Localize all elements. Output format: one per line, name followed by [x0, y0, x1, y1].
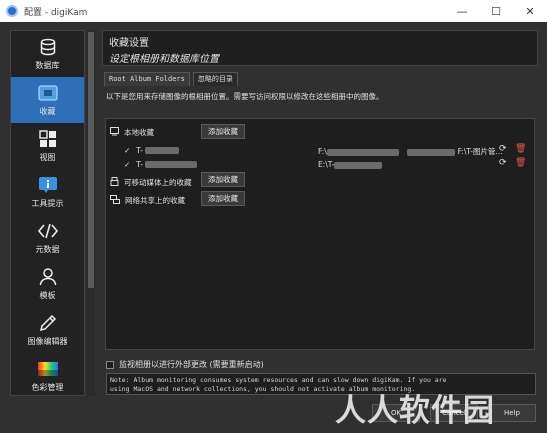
local-collections-label: 本地收藏 — [124, 128, 154, 137]
network-share-icon — [110, 195, 120, 206]
database-icon — [39, 37, 57, 57]
collection-path: F:\ F:\T-图片管... — [318, 147, 503, 156]
sidebar-item-view[interactable]: 视图 — [11, 123, 84, 169]
sidebar-item-label: 视图 — [39, 153, 56, 162]
network-collections-label: 网络共享上的收藏 — [125, 196, 185, 205]
pencil-icon — [39, 313, 57, 333]
monitor-albums-label: 监视相册以进行外部更改 (需要重新启动) — [119, 360, 264, 369]
sidebar-item-templates[interactable]: 模板 — [11, 261, 84, 307]
sidebar-item-label: 模板 — [39, 291, 56, 300]
sidebar-scroll-thumb[interactable] — [88, 32, 94, 288]
page-subtitle: 设定根相册和数据库位置 — [109, 54, 219, 65]
check-icon: ✓ — [124, 160, 131, 169]
sidebar-item-label: 收藏 — [39, 107, 56, 116]
sidebar-item-label: 元数据 — [35, 245, 60, 254]
trash-icon[interactable]: 🗑 — [515, 158, 526, 168]
usb-drive-icon — [110, 177, 119, 188]
list-item[interactable]: ✓ T- — [124, 146, 179, 155]
sidebar-item-color-management[interactable]: 色彩管理 — [11, 353, 84, 395]
code-icon — [37, 221, 58, 241]
page-header: 收藏设置 设定根相册和数据库位置 — [102, 30, 538, 66]
sidebar-item-label: 色彩管理 — [31, 383, 64, 392]
local-collections-header: 本地收藏 — [110, 127, 154, 138]
sidebar-item-collections[interactable]: 收藏 — [11, 77, 84, 123]
sidebar-item-label: 数据库 — [35, 61, 60, 70]
sidebar-item-image-editor[interactable]: 图像编辑器 — [11, 307, 84, 353]
tab-root-album-folders[interactable]: Root Album Folders — [104, 72, 190, 86]
monitor-albums-option[interactable]: 监视相册以进行外部更改 (需要重新启动) — [106, 359, 264, 370]
sidebar-item-metadata[interactable]: 元数据 — [11, 215, 84, 261]
watermark-logo: 人人软件园 — [335, 393, 495, 429]
computer-icon — [110, 127, 119, 138]
color-gradient-icon — [37, 359, 59, 379]
settings-sidebar: 数据库 收藏 视图 工具提示 元数据 模板 图像编辑器 色彩管理 — [10, 30, 85, 396]
add-local-collection-button[interactable]: 添加收藏 — [201, 124, 245, 139]
check-icon: ✓ — [124, 146, 131, 155]
refresh-icon[interactable]: ⟳ — [499, 158, 507, 168]
add-network-collection-button[interactable]: 添加收藏 — [201, 191, 245, 206]
removable-collections-header: 可移动媒体上的收藏 — [110, 177, 192, 188]
collections-description: 以下是您用来存储图像的根相册位置。需要写访问权限以修改在这些相册中的图像。 — [106, 92, 384, 101]
collection-tabs: Root Album Folders 忽略的目录 — [104, 72, 241, 86]
close-button[interactable]: ✕ — [513, 0, 547, 22]
refresh-icon[interactable]: ⟳ — [499, 144, 507, 154]
help-button[interactable]: Help — [488, 404, 536, 422]
collection-name: T- — [136, 146, 143, 155]
network-collections-header: 网络共享上的收藏 — [110, 195, 185, 206]
sidebar-item-label: 图像编辑器 — [27, 337, 68, 346]
page-title: 收藏设置 — [109, 38, 149, 49]
tab-ignored-folders[interactable]: 忽略的目录 — [192, 72, 238, 86]
redacted-text — [144, 161, 197, 168]
view-grid-icon — [38, 129, 57, 149]
title-bar: 配置 - digiKam — ☐ ✕ — [0, 0, 547, 22]
sidebar-item-label: 工具提示 — [31, 199, 64, 208]
trash-icon[interactable]: 🗑 — [515, 144, 526, 154]
collection-icon — [38, 83, 58, 103]
person-icon — [39, 267, 57, 287]
digikam-app-icon — [6, 5, 18, 17]
redacted-text — [144, 147, 179, 154]
list-item[interactable]: ✓ T- — [124, 160, 197, 169]
removable-collections-label: 可移动媒体上的收藏 — [124, 178, 192, 187]
maximize-button[interactable]: ☐ — [479, 0, 513, 22]
collection-path: E:\T- — [318, 160, 383, 169]
add-removable-collection-button[interactable]: 添加收藏 — [201, 172, 245, 187]
sidebar-item-tooltip[interactable]: 工具提示 — [11, 169, 84, 215]
window-title: 配置 - digiKam — [24, 7, 88, 18]
tooltip-icon — [38, 175, 58, 195]
collection-name: T- — [136, 160, 143, 169]
note-line: Note: Album monitoring consumes system r… — [110, 376, 447, 384]
sidebar-item-database[interactable]: 数据库 — [11, 31, 84, 77]
monitor-albums-checkbox[interactable] — [106, 360, 114, 369]
minimize-button[interactable]: — — [445, 0, 479, 22]
window-controls: — ☐ ✕ — [445, 0, 547, 22]
sidebar-scrollbar[interactable] — [87, 30, 95, 396]
